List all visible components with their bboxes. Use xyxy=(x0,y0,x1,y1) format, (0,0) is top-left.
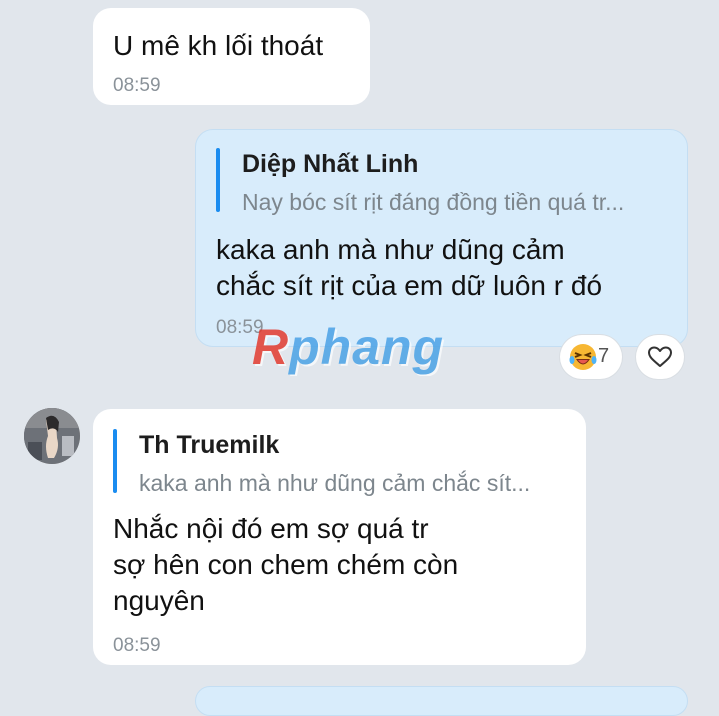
quote-bar xyxy=(113,429,117,493)
message-text: kaka anh mà như dũng cảm chắc sít rịt củ… xyxy=(216,234,603,301)
quote-sender-name: Diệp Nhất Linh xyxy=(242,150,419,178)
message-bubble-outgoing-partial[interactable] xyxy=(195,686,688,716)
quote-text: Nay bóc sít rịt đáng đồng tiền quá tr... xyxy=(242,189,625,215)
heart-outline-icon xyxy=(648,346,672,367)
reaction-count: 7 xyxy=(598,345,610,367)
watermark-logo: Rphang xyxy=(252,319,445,375)
message-bubble-incoming[interactable]: Th Truemilk kaka anh mà như dũng cảm chắ… xyxy=(93,409,586,665)
message-time: 08:59 xyxy=(113,75,161,96)
quote-text: kaka anh mà như dũng cảm chắc sít... xyxy=(139,470,531,496)
reaction-badge[interactable]: 7 xyxy=(560,335,622,379)
message-bubble-incoming[interactable]: U mê kh lối thoát 08:59 xyxy=(93,8,370,105)
message-time: 08:59 xyxy=(113,635,161,656)
avatar-photo xyxy=(24,408,80,464)
quote-sender-name: Th Truemilk xyxy=(139,431,280,459)
laughing-face-icon xyxy=(569,344,597,370)
quote-bar xyxy=(216,148,220,212)
avatar[interactable] xyxy=(24,408,80,464)
like-button[interactable] xyxy=(636,335,684,379)
message-bubble-outgoing[interactable]: Diệp Nhất Linh Nay bóc sít rịt đáng đồng… xyxy=(195,129,688,347)
message-text: Nhắc nội đó em sợ quá tr sợ hên con chem… xyxy=(113,513,459,616)
message-text: U mê kh lối thoát xyxy=(113,30,324,61)
